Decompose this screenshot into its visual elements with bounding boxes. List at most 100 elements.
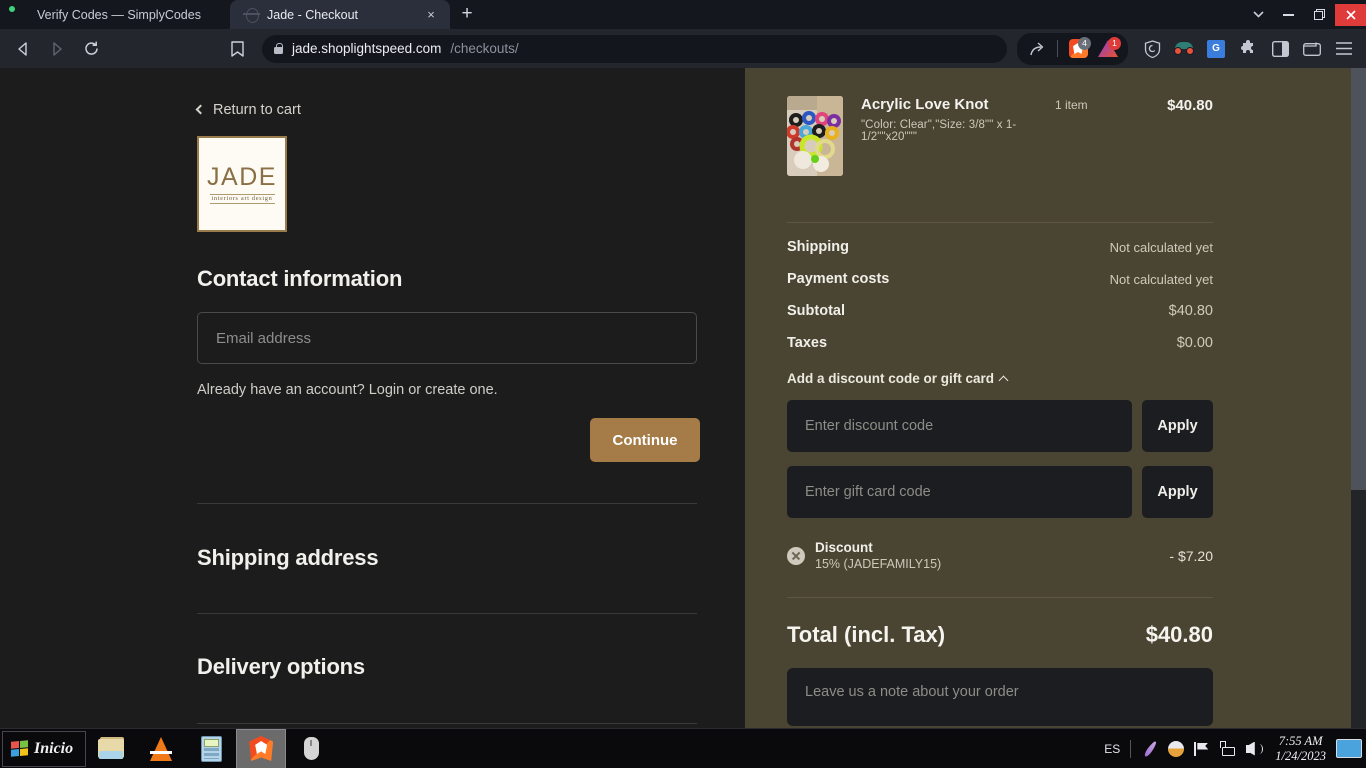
order-line-item: Acrylic Love Knot "Color: Clear","Size: … bbox=[787, 96, 1213, 176]
brave-actions-group: 4 1 bbox=[1017, 32, 1128, 65]
sidebar-icon[interactable] bbox=[1266, 35, 1294, 63]
maximize-button[interactable] bbox=[1304, 4, 1335, 26]
taskbar-item-mouse[interactable] bbox=[286, 729, 336, 768]
lock-icon bbox=[274, 43, 283, 54]
discount-code-input[interactable] bbox=[787, 400, 1132, 452]
product-thumbnail[interactable] bbox=[787, 96, 843, 176]
line-value: Not calculated yet bbox=[1109, 239, 1213, 255]
url-path: /checkouts/ bbox=[450, 41, 519, 56]
order-note-textarea[interactable] bbox=[787, 668, 1213, 726]
minimize-button[interactable] bbox=[1273, 4, 1304, 26]
divider bbox=[787, 222, 1213, 223]
share-icon[interactable] bbox=[1023, 35, 1051, 63]
delivery-options-heading: Delivery options bbox=[197, 654, 365, 679]
taskbar-item-file-explorer[interactable] bbox=[86, 729, 136, 768]
line-value: $0.00 bbox=[1176, 335, 1213, 351]
wallet-icon[interactable] bbox=[1298, 35, 1326, 63]
folder-icon bbox=[98, 736, 125, 759]
windows-logo-icon bbox=[11, 740, 28, 757]
login-prompt[interactable]: Already have an account? Login or create… bbox=[197, 382, 745, 398]
forward-icon bbox=[42, 34, 72, 64]
summary-line-payment-costs: Payment costs Not calculated yet bbox=[787, 271, 1213, 287]
navigation-toolbar: jade.shoplightspeed.com/checkouts/ 4 1 G bbox=[0, 29, 1366, 68]
browser-menu-icon[interactable] bbox=[1330, 35, 1358, 63]
email-input[interactable] bbox=[197, 312, 697, 364]
show-desktop-icon[interactable] bbox=[1336, 739, 1362, 758]
close-window-button[interactable] bbox=[1335, 3, 1366, 26]
checkout-form-column: Return to cart JADE interiors art design… bbox=[0, 68, 745, 728]
network-icon[interactable] bbox=[1215, 729, 1241, 768]
contact-information-heading: Contact information bbox=[197, 266, 403, 291]
page-scrollbar[interactable] bbox=[1351, 68, 1366, 728]
tab-search-icon[interactable] bbox=[1243, 0, 1273, 29]
tab-jade-checkout[interactable]: Jade - Checkout × bbox=[230, 0, 450, 29]
start-button-label: Inicio bbox=[34, 739, 74, 757]
applied-discount-row: Discount 15% (JADEFAMILY15) - $7.20 bbox=[787, 540, 1213, 571]
clock-time: 7:55 AM bbox=[1278, 733, 1323, 748]
tab-verify-codes[interactable]: Verify Codes — SimplyCodes bbox=[0, 0, 230, 29]
gift-card-code-row: Apply bbox=[787, 466, 1213, 518]
logo-wordmark: JADE bbox=[207, 162, 277, 191]
pen-icon[interactable] bbox=[1137, 729, 1163, 768]
brave-browser-icon bbox=[249, 736, 274, 761]
browser-window: Verify Codes — SimplyCodes Jade - Checko… bbox=[0, 0, 1366, 768]
brave-rewards-icon[interactable]: 1 bbox=[1094, 35, 1122, 63]
order-summary-column: Acrylic Love Knot "Color: Clear","Size: … bbox=[745, 68, 1354, 728]
line-label: Shipping bbox=[787, 239, 850, 255]
url-host: jade.shoplightspeed.com bbox=[292, 41, 442, 56]
shield-icon[interactable] bbox=[1138, 35, 1166, 63]
mouse-icon bbox=[303, 737, 319, 760]
product-quantity: 1 item bbox=[1055, 98, 1088, 112]
start-button[interactable]: Inicio bbox=[2, 730, 87, 767]
moon-icon[interactable] bbox=[1163, 729, 1189, 768]
gift-card-input[interactable] bbox=[787, 466, 1132, 518]
divider bbox=[197, 723, 697, 724]
divider bbox=[197, 503, 697, 504]
scrollbar-thumb[interactable] bbox=[1351, 68, 1366, 490]
discount-toggle-label: Add a discount code or gift card bbox=[787, 371, 995, 386]
apply-discount-button[interactable]: Apply bbox=[1142, 400, 1213, 452]
divider bbox=[787, 597, 1213, 598]
remove-circle-icon[interactable] bbox=[787, 546, 805, 565]
clock[interactable]: 7:55 AM 1/24/2023 bbox=[1267, 734, 1334, 764]
volume-icon[interactable] bbox=[1241, 729, 1267, 768]
discount-section-toggle[interactable]: Add a discount code or gift card bbox=[787, 371, 1213, 386]
close-tab-icon[interactable]: × bbox=[422, 6, 440, 24]
language-indicator[interactable]: ES bbox=[1094, 742, 1130, 756]
shipping-address-heading: Shipping address bbox=[197, 545, 379, 570]
scrollbar-track[interactable] bbox=[1351, 490, 1366, 728]
goggles-icon[interactable] bbox=[1170, 35, 1198, 63]
tab-title: Jade - Checkout bbox=[267, 7, 359, 22]
rewards-badge: 1 bbox=[1108, 36, 1121, 50]
continue-button[interactable]: Continue bbox=[590, 418, 700, 462]
brave-shields-icon[interactable]: 4 bbox=[1064, 35, 1092, 63]
line-value: $40.80 bbox=[1168, 303, 1213, 319]
applied-discount-detail: 15% (JADEFAMILY15) bbox=[815, 557, 942, 571]
chevron-left-icon bbox=[195, 104, 206, 115]
return-to-cart-label: Return to cart bbox=[213, 102, 301, 118]
new-tab-button[interactable]: + bbox=[454, 1, 480, 27]
apply-gift-card-button[interactable]: Apply bbox=[1142, 466, 1213, 518]
taskbar-item-vlc[interactable] bbox=[136, 729, 186, 768]
shields-badge: 4 bbox=[1078, 36, 1091, 50]
clock-date: 1/24/2023 bbox=[1275, 748, 1326, 763]
return-to-cart-link[interactable]: Return to cart bbox=[195, 102, 745, 118]
jade-logo[interactable]: JADE interiors art design bbox=[197, 136, 287, 232]
flag-icon[interactable] bbox=[1189, 729, 1215, 768]
line-label: Payment costs bbox=[787, 271, 890, 287]
taskbar-item-calculator[interactable] bbox=[186, 729, 236, 768]
discount-code-row: Apply bbox=[787, 400, 1213, 452]
extensions-icon[interactable] bbox=[1234, 35, 1262, 63]
taskbar-item-brave[interactable] bbox=[236, 728, 287, 768]
back-icon[interactable] bbox=[8, 34, 38, 64]
reload-icon[interactable] bbox=[76, 34, 106, 64]
windows-taskbar: Inicio ES 7:55 AM 1/24/2023 bbox=[0, 728, 1366, 768]
address-bar[interactable]: jade.shoplightspeed.com/checkouts/ bbox=[262, 34, 1007, 63]
google-translate-icon[interactable]: G bbox=[1202, 35, 1230, 63]
order-total-row: Total (incl. Tax) $40.80 bbox=[787, 622, 1213, 648]
page-viewport: Return to cart JADE interiors art design… bbox=[0, 68, 1366, 728]
summary-line-taxes: Taxes $0.00 bbox=[787, 335, 1213, 351]
chevron-up-icon bbox=[998, 375, 1009, 385]
logo-tagline: interiors art design bbox=[209, 193, 275, 204]
bookmark-icon[interactable] bbox=[222, 34, 252, 64]
